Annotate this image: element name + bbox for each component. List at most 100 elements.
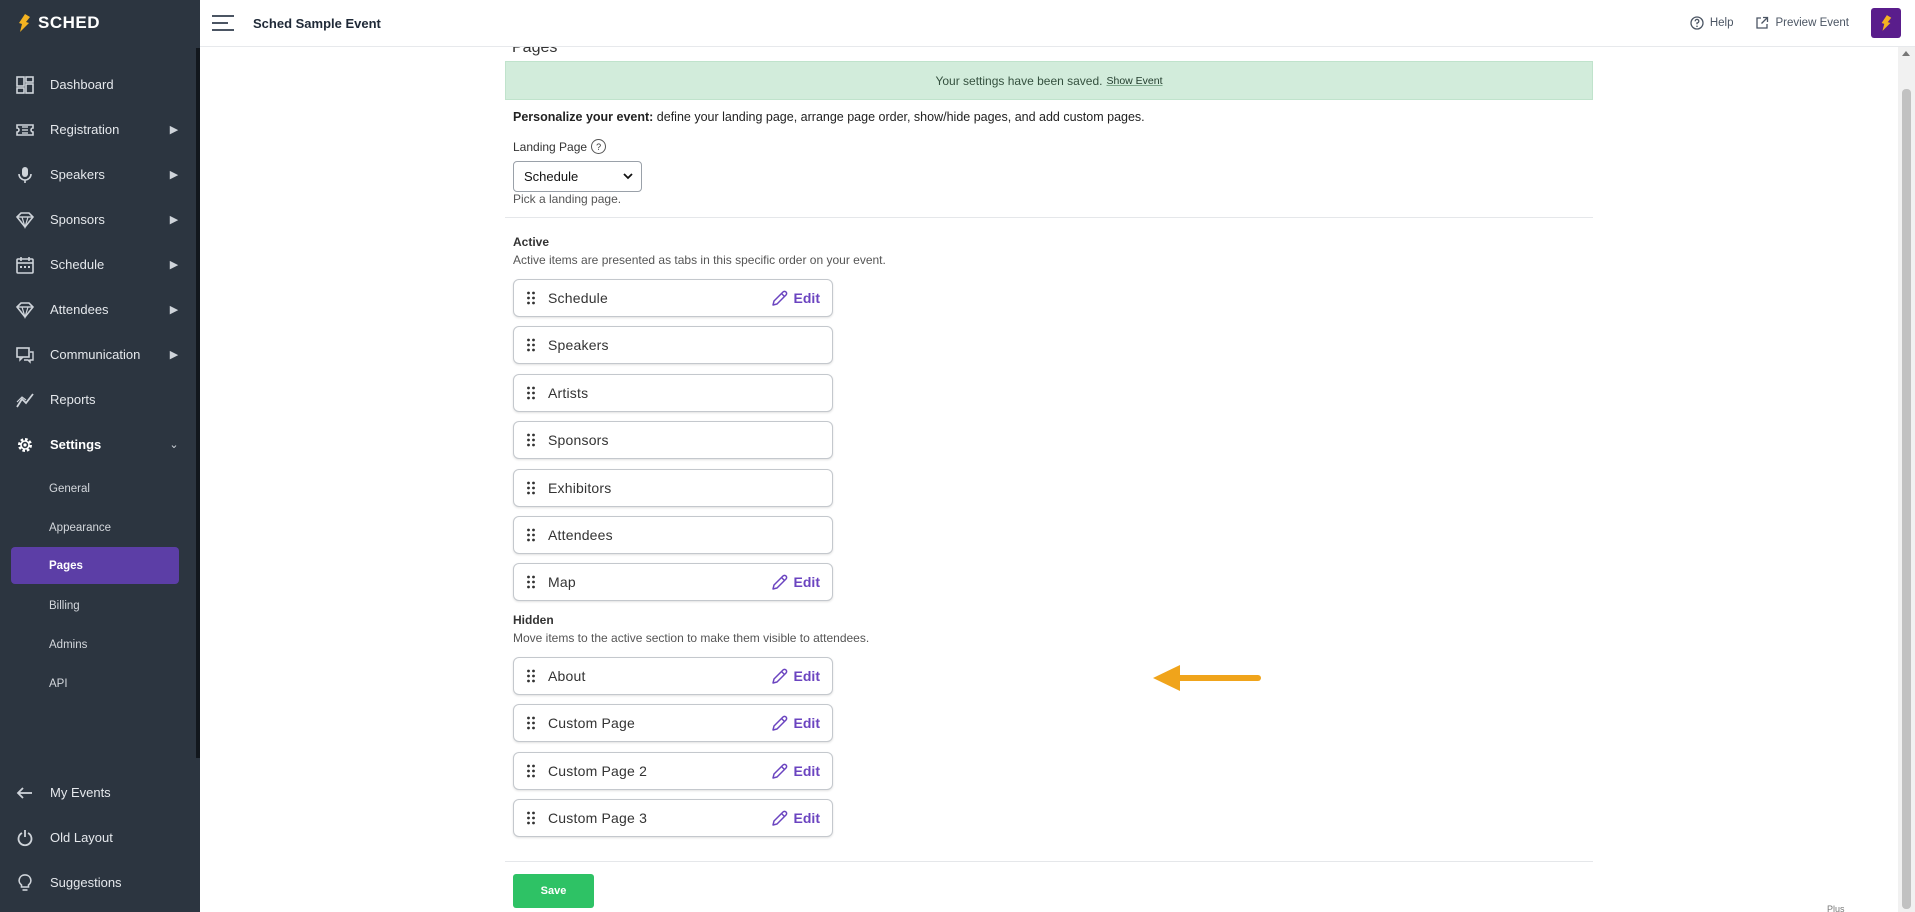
divider: [505, 861, 1593, 862]
sched-logo-icon: [1881, 15, 1892, 31]
page-item-exhibitors[interactable]: Exhibitors: [513, 469, 833, 507]
sidebar-item-sponsors[interactable]: Sponsors ▶: [0, 197, 196, 242]
edit-button[interactable]: Edit: [771, 574, 820, 591]
sidebar-item-settings[interactable]: Settings ⌄: [0, 422, 196, 467]
drag-handle-icon[interactable]: [526, 338, 536, 352]
drag-handle-icon[interactable]: [526, 291, 536, 305]
preview-event-link[interactable]: Preview Event: [1755, 16, 1849, 30]
sidebar-item-label: Reports: [50, 392, 96, 407]
sidebar-item-attendees[interactable]: Attendees ▶: [0, 287, 196, 332]
hidden-section-title: Hidden: [513, 613, 554, 627]
drag-handle-icon[interactable]: [526, 481, 536, 495]
page-item-custom-page[interactable]: Custom Page Edit: [513, 704, 833, 742]
sidebar: SCHED Dashboard Registration ▶ Speakers …: [0, 0, 200, 912]
chart-icon: [16, 391, 34, 409]
drag-handle-icon[interactable]: [526, 433, 536, 447]
drag-handle-icon[interactable]: [526, 386, 536, 400]
help-link[interactable]: Help: [1690, 16, 1734, 30]
alert-text: Your settings have been saved.: [935, 73, 1103, 88]
drag-handle-icon[interactable]: [526, 575, 536, 589]
sidebar-item-communication[interactable]: Communication ▶: [0, 332, 196, 377]
help-tooltip-icon[interactable]: ?: [591, 139, 607, 154]
sidebar-item-dashboard[interactable]: Dashboard: [0, 62, 196, 107]
power-icon: [16, 829, 34, 847]
active-section-desc: Active items are presented as tabs in th…: [513, 253, 886, 267]
pencil-icon: [771, 574, 787, 590]
sidebar-bottom-nav: My Events Old Layout Suggestions: [0, 770, 196, 905]
sidebar-subitem-billing[interactable]: Billing: [0, 586, 196, 625]
page-item-name: Sponsors: [548, 432, 609, 448]
edit-label: Edit: [793, 763, 820, 779]
page-item-map[interactable]: Map Edit: [513, 563, 833, 601]
landing-page-label-text: Landing Page: [513, 139, 588, 154]
pencil-icon: [771, 668, 787, 684]
pencil-icon: [771, 810, 787, 826]
page-title: Pages: [512, 47, 558, 56]
edit-button[interactable]: Edit: [771, 715, 820, 732]
sidebar-item-label: Suggestions: [50, 875, 122, 890]
plan-label: Plus: [1827, 904, 1845, 912]
sidebar-item-registration[interactable]: Registration ▶: [0, 107, 196, 152]
hamburger-menu-icon[interactable]: [212, 15, 234, 31]
scroll-up-icon[interactable]: [1902, 51, 1910, 56]
active-section-title: Active: [513, 235, 550, 249]
sidebar-subitem-admins[interactable]: Admins: [0, 625, 196, 664]
sidebar-subitem-api[interactable]: API: [0, 664, 196, 703]
lightbulb-icon: [16, 873, 34, 892]
question-circle-icon: [1690, 16, 1704, 30]
edit-button[interactable]: Edit: [771, 763, 820, 780]
page-item-attendees[interactable]: Attendees: [513, 516, 833, 554]
sidebar-item-suggestions[interactable]: Suggestions: [0, 860, 196, 905]
page-item-speakers[interactable]: Speakers: [513, 326, 833, 364]
drag-handle-icon[interactable]: [526, 528, 536, 542]
pencil-icon: [771, 715, 787, 731]
chevron-right-icon: ▶: [169, 259, 179, 271]
edit-button[interactable]: Edit: [771, 668, 820, 685]
arrow-left-icon: [16, 784, 34, 802]
gear-icon: [16, 436, 34, 454]
landing-page-hint: Pick a landing page.: [513, 192, 622, 206]
drag-handle-icon[interactable]: [526, 811, 536, 825]
landing-page-value: Schedule: [524, 169, 579, 184]
sidebar-item-label: Registration: [50, 122, 120, 137]
sidebar-item-speakers[interactable]: Speakers ▶: [0, 152, 196, 197]
sidebar-item-schedule[interactable]: Schedule ▶: [0, 242, 196, 287]
page-item-about[interactable]: About Edit: [513, 657, 833, 695]
sidebar-item-my-events[interactable]: My Events: [0, 770, 196, 815]
page-item-custom-page-2[interactable]: Custom Page 2 Edit: [513, 752, 833, 790]
landing-page-label: Landing Page ?: [513, 139, 607, 154]
help-label: Help: [1709, 17, 1734, 29]
page-item-sponsors[interactable]: Sponsors: [513, 421, 833, 459]
drag-handle-icon[interactable]: [526, 669, 536, 683]
event-title[interactable]: Sched Sample Event: [253, 16, 381, 31]
brand-name: SCHED: [38, 13, 101, 32]
sidebar-item-label: Sponsors: [50, 212, 105, 227]
avatar[interactable]: [1871, 8, 1901, 38]
sched-logo-icon: [19, 14, 30, 32]
top-actions: Help Preview Event: [1690, 0, 1901, 46]
sidebar-item-label: Communication: [50, 347, 141, 362]
edit-button[interactable]: Edit: [771, 810, 820, 827]
edit-button[interactable]: Edit: [771, 290, 820, 307]
sidebar-subitem-pages[interactable]: Pages: [11, 547, 179, 584]
save-button[interactable]: Save: [513, 874, 594, 908]
sidebar-item-label: Speakers: [50, 167, 105, 182]
sidebar-subitem-general[interactable]: General: [0, 469, 196, 508]
page-item-name: Speakers: [548, 337, 609, 353]
sidebar-subitem-appearance[interactable]: Appearance: [0, 508, 196, 547]
chat-icon: [16, 346, 34, 364]
brand-logo[interactable]: SCHED: [0, 0, 200, 46]
scrollbar-thumb[interactable]: [1902, 89, 1911, 909]
page-item-artists[interactable]: Artists: [513, 374, 833, 412]
drag-handle-icon[interactable]: [526, 764, 536, 778]
sidebar-item-reports[interactable]: Reports: [0, 377, 196, 422]
external-link-icon: [1756, 16, 1769, 29]
page-item-custom-page-3[interactable]: Custom Page 3 Edit: [513, 799, 833, 837]
drag-handle-icon[interactable]: [526, 716, 536, 730]
page-item-schedule[interactable]: Schedule Edit: [513, 279, 833, 317]
show-event-link[interactable]: Show Event: [1106, 75, 1162, 87]
sidebar-item-old-layout[interactable]: Old Layout: [0, 815, 196, 860]
landing-page-select[interactable]: Schedule: [513, 161, 642, 192]
settings-subnav: General Appearance Pages Billing Admins …: [0, 469, 196, 703]
scrollbar[interactable]: [1898, 47, 1915, 912]
